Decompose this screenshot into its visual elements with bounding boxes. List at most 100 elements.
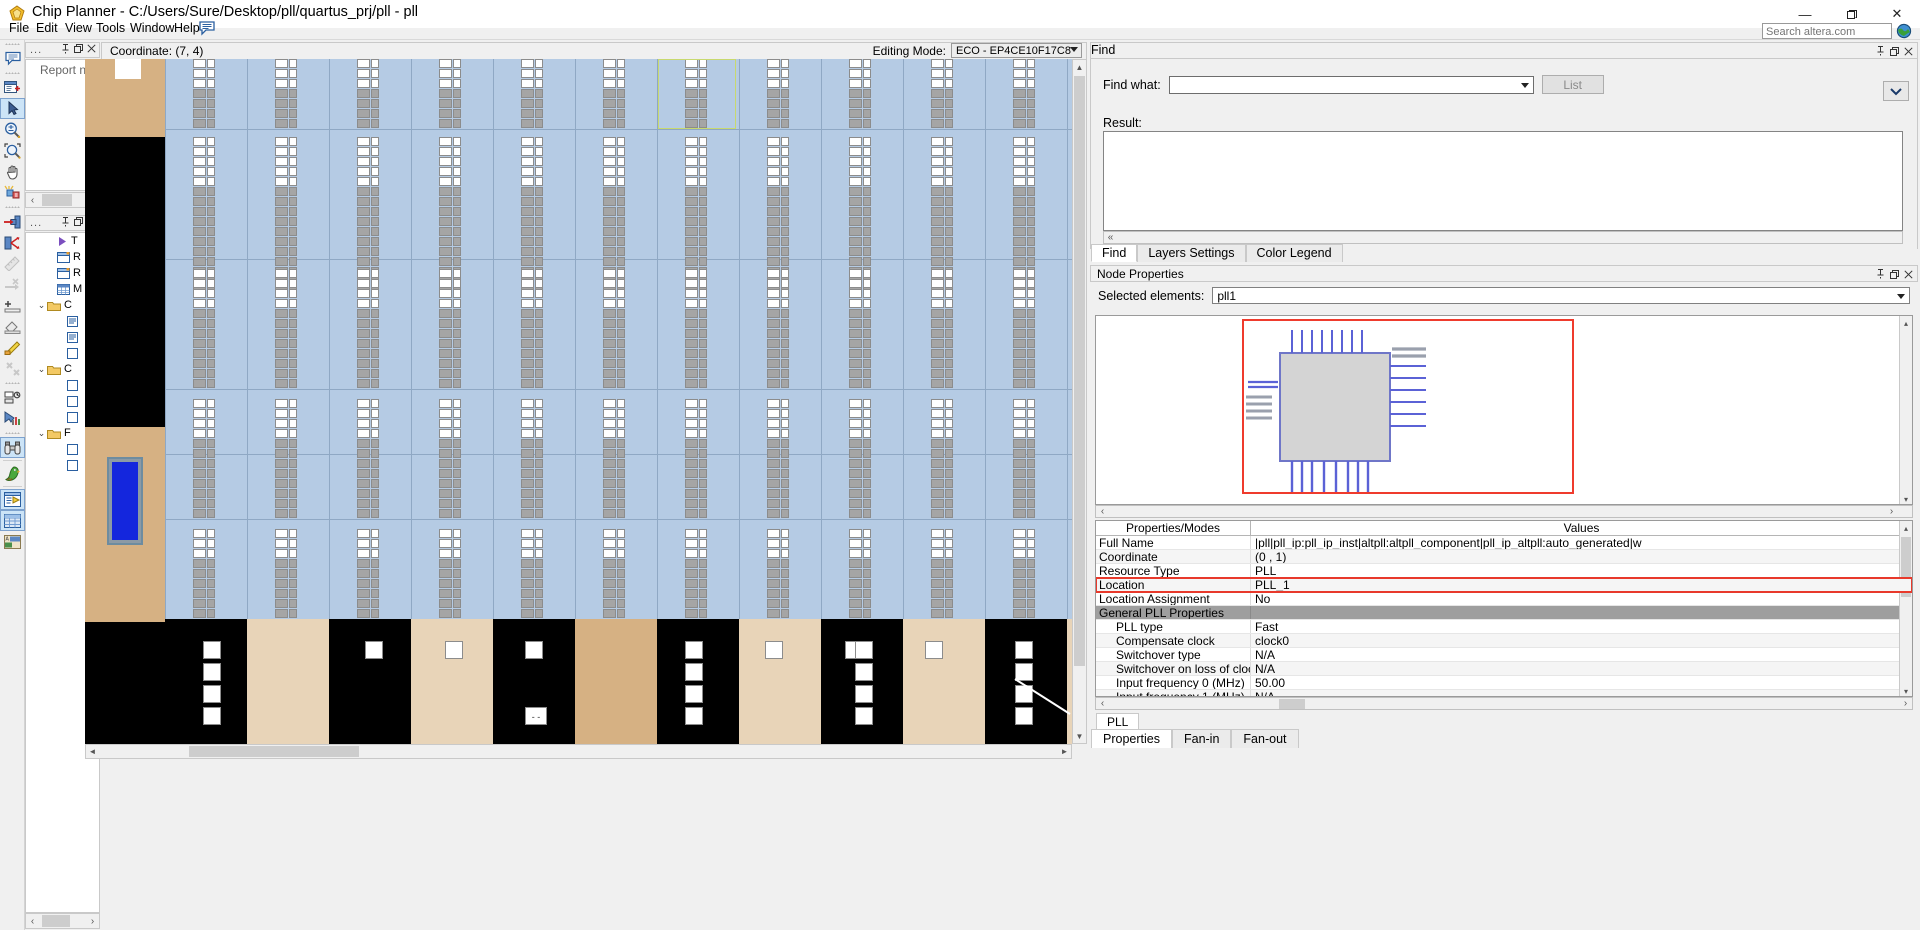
lab-cell-stack[interactable] [767,399,789,519]
close-icon[interactable] [1904,268,1913,282]
schematic-scroll-up[interactable]: ▴ [1900,316,1913,330]
pin-icon[interactable] [61,217,70,230]
lab-cell-stack[interactable] [603,269,625,389]
toolbar-grip-5[interactable] [0,429,24,437]
properties-scroll-left[interactable]: ‹ [1096,697,1109,711]
chip-vertical-scrollbar[interactable]: ▲ ▼ [1072,59,1087,744]
io-pad-cell[interactable] [203,707,221,725]
properties-row[interactable]: Coordinate (0 , 1) [1096,550,1912,564]
lab-cell-stack[interactable] [767,529,789,619]
lab-cell-stack[interactable] [521,269,543,389]
properties-vscrollbar[interactable]: ▴ ▾ [1899,521,1913,696]
lab-cell-stack[interactable] [275,59,297,129]
io-pad-cell[interactable] [685,707,703,725]
properties-hscrollbar[interactable]: ‹ › [1095,697,1913,710]
toolbar-grip[interactable] [0,40,24,48]
lab-cell-stack[interactable] [275,269,297,389]
toolbar-grip-4[interactable] [0,379,24,387]
ruler-icon[interactable] [0,253,25,274]
lab-cell-stack[interactable] [849,529,871,619]
lab-cell-stack[interactable] [849,59,871,129]
lab-cell-stack[interactable] [357,59,379,129]
menu-edit[interactable]: Edit [32,20,62,36]
find-what-input[interactable] [1168,75,1534,94]
lab-cell-stack[interactable] [767,59,789,129]
zoom-box-icon[interactable] [0,140,25,161]
add-icon[interactable] [0,295,25,316]
properties-row[interactable]: PLL type Fast [1096,620,1912,634]
schematic-vscrollbar[interactable]: ▴ ▾ [1899,316,1913,504]
menu-tools[interactable]: Tools [92,20,129,36]
color-legend-icon[interactable] [0,510,25,531]
io-pad-cell[interactable] [855,663,873,681]
lab-cell-stack[interactable] [275,399,297,519]
menu-view[interactable]: View [61,20,96,36]
subtab-pll[interactable]: PLL [1096,713,1140,730]
lab-cell-stack[interactable] [685,269,707,389]
io-pad-cell[interactable] [203,663,221,681]
tools-icon[interactable] [0,358,25,379]
chip-floorplan-view[interactable]: - - [85,59,1072,744]
io-pad-cell[interactable] [1015,641,1033,659]
lab-cell-stack[interactable] [767,269,789,389]
chip-horizontal-scrollbar[interactable]: ◄ ► [85,744,1072,759]
restore-icon[interactable] [1890,268,1899,282]
selected-elements-select[interactable]: pll1 [1212,287,1910,304]
lab-cell-stack[interactable] [439,269,461,389]
lab-cell-stack[interactable] [931,529,953,619]
chat-bubble-icon[interactable] [0,48,25,69]
pan-hand-icon[interactable] [0,161,25,182]
zoom-fit-icon[interactable] [0,119,25,140]
properties-row[interactable]: Compensate clock clock0 [1096,634,1912,648]
restore-icon[interactable] [74,217,83,230]
lab-cell-stack[interactable] [357,399,379,519]
new-report-icon[interactable] [0,77,25,98]
lab-cell-stack[interactable] [521,529,543,619]
lab-cell-stack[interactable] [439,529,461,619]
pin-icon[interactable] [61,44,70,57]
properties-scroll-down[interactable]: ▾ [1900,684,1913,696]
pll-block-selected[interactable] [107,457,143,545]
io-pad-cell[interactable] [855,685,873,703]
properties-row[interactable]: Location Assignment No [1096,592,1912,606]
properties-row[interactable]: Full Name |pll|pll_ip:pll_ip_inst|altpll:… [1096,536,1912,550]
io-pad-cell[interactable] [925,641,943,659]
properties-row[interactable]: Switchover type N/A [1096,648,1912,662]
close-icon[interactable] [87,44,96,57]
properties-hscroll-thumb[interactable] [1279,698,1305,709]
floorplan-icon[interactable]: A [0,531,25,552]
io-pad-cell[interactable] [685,663,703,681]
lab-cell-stack[interactable] [439,399,461,519]
lab-cell-stack[interactable] [931,59,953,129]
eraser-icon[interactable] [0,316,25,337]
properties-scroll-up[interactable]: ▴ [1900,521,1913,535]
toolbar-grip-2[interactable] [0,69,24,77]
schematic-hscrollbar[interactable]: ‹ › [1095,505,1913,518]
pin-icon[interactable] [1876,45,1885,59]
result-scroll-left[interactable]: « [1104,231,1117,245]
io-pad-cell[interactable] [203,685,221,703]
tab-fan-out[interactable]: Fan-out [1231,729,1299,748]
select-arrow-icon[interactable] [0,98,25,119]
chip-scroll-right[interactable]: ► [1058,745,1071,759]
report-chart-icon[interactable] [0,408,25,429]
tree-scroll-thumb[interactable] [42,915,70,927]
lab-cell-stack[interactable] [1013,399,1035,519]
properties-table[interactable]: Properties/Modes Values Full Name |pll|pl… [1095,520,1913,697]
lab-cell-stack[interactable] [193,59,215,129]
lab-cell-stack[interactable] [357,529,379,619]
lab-cell-stack[interactable] [521,59,543,129]
io-pad-cell[interactable] [855,707,873,725]
chip-hscroll-thumb[interactable] [189,746,359,757]
schematic-scroll-down[interactable]: ▾ [1900,492,1913,504]
chip-scroll-down[interactable]: ▼ [1073,729,1086,743]
lab-cell-stack[interactable] [685,399,707,519]
tab-layers-settings[interactable]: Layers Settings [1137,244,1246,262]
io-pad-dashed[interactable]: - - [525,707,547,725]
chevron-down-icon[interactable] [1520,82,1529,88]
chevron-down-icon[interactable]: ⌄ [36,300,47,311]
lab-cell-stack[interactable] [849,399,871,519]
report-scroll-left[interactable]: ‹ [26,193,39,207]
list-button[interactable]: List [1541,75,1604,94]
find-binoculars-icon[interactable] [0,437,25,458]
